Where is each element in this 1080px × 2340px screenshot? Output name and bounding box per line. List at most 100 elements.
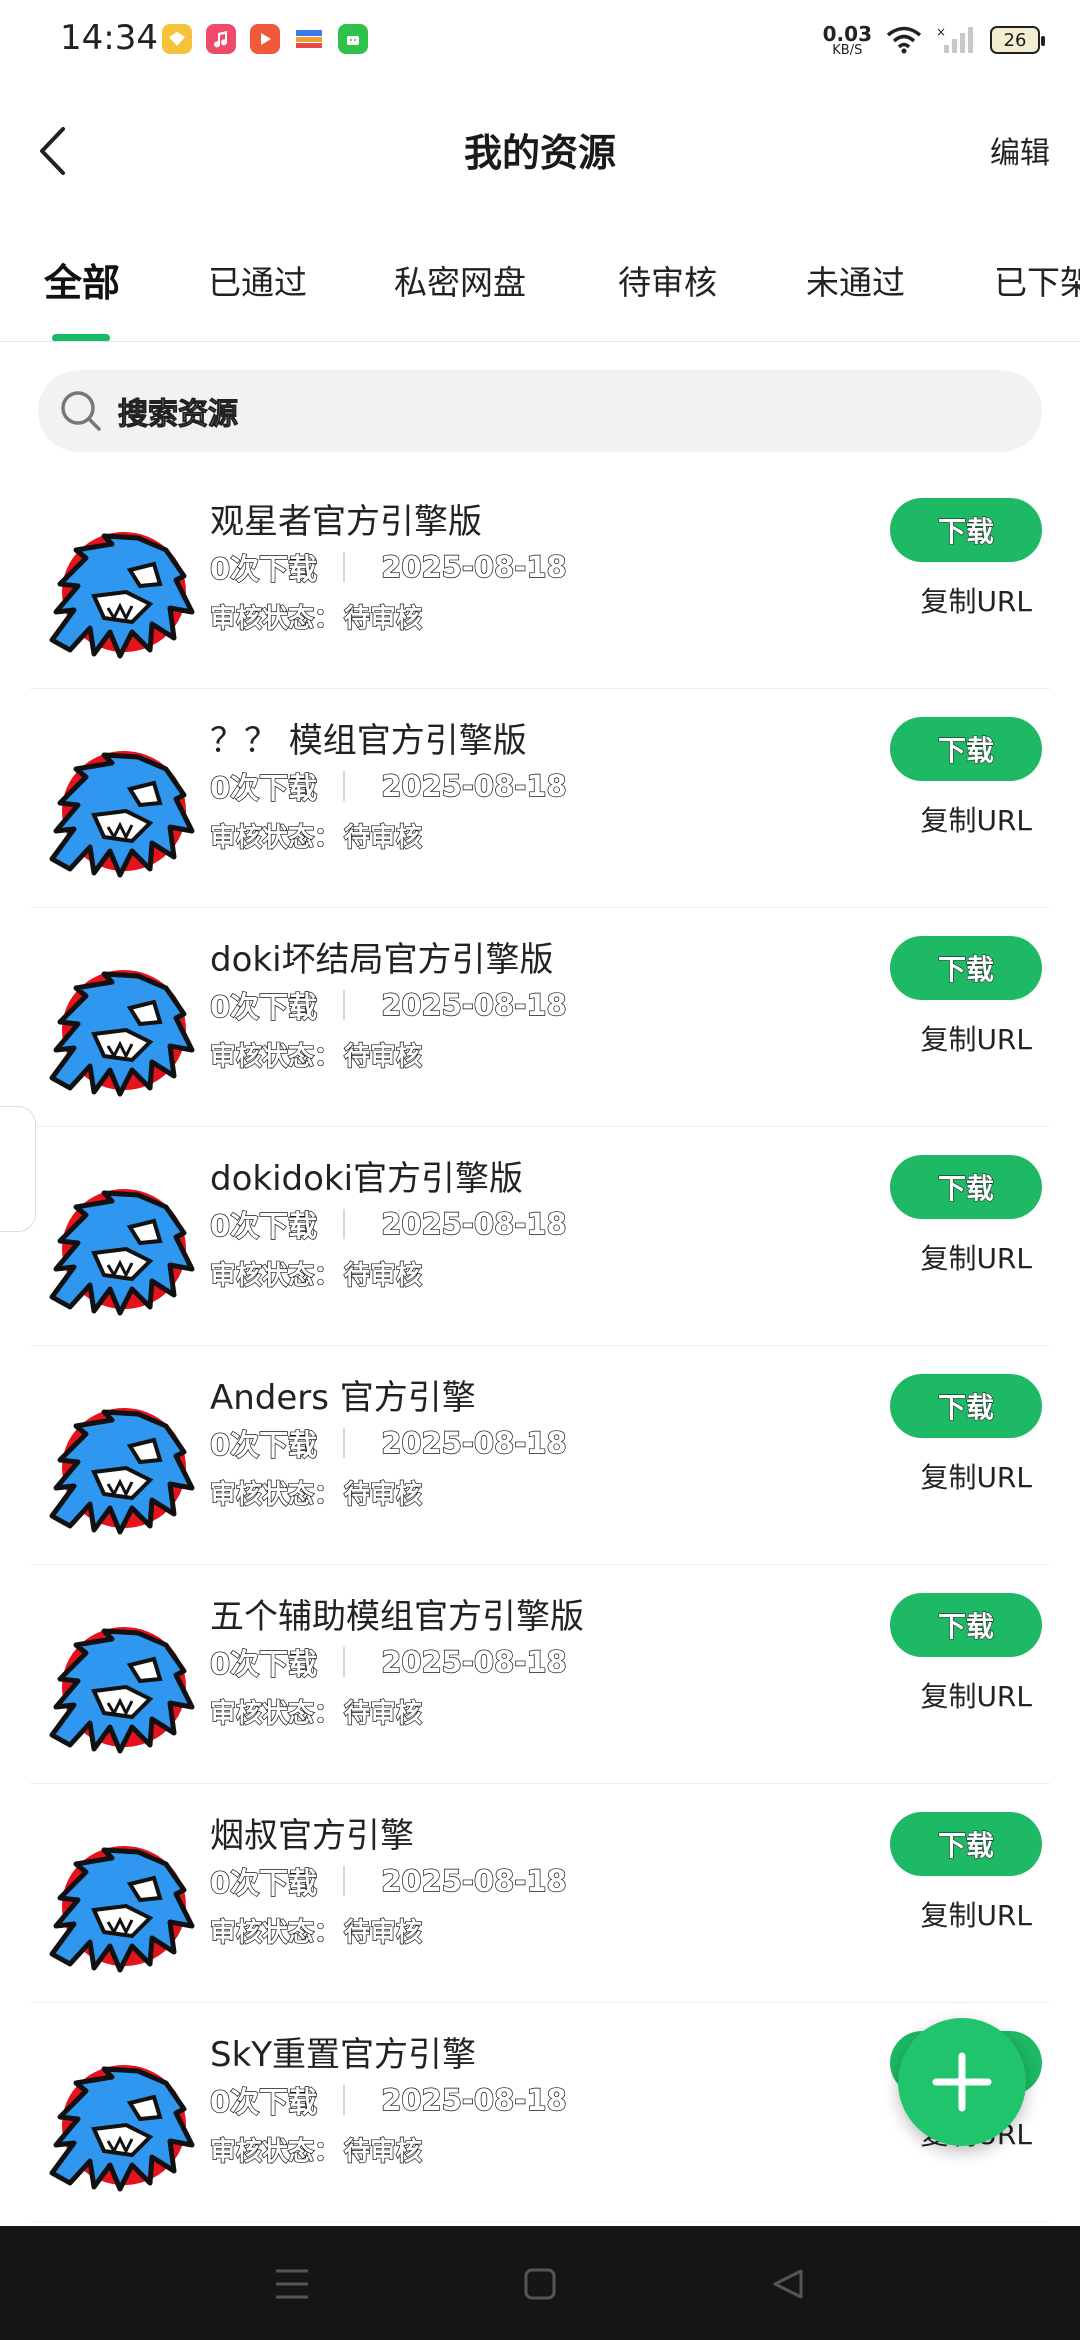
tab-approved[interactable]: 已通过 [208, 256, 307, 304]
meta-divider [343, 1866, 346, 1896]
android-app-icon [338, 24, 368, 54]
tab-rejected[interactable]: 未通过 [806, 256, 905, 304]
meta-divider [343, 1209, 346, 1239]
download-button-label: 下载 [937, 1610, 994, 1644]
review-status-value: 待审核 [343, 2136, 423, 2167]
review-status: 审核状态： 待审核 [209, 1255, 422, 1292]
page-title: 我的资源 [463, 131, 616, 175]
tab-all[interactable]: 全部 [44, 252, 120, 307]
review-status-label: 审核状态： [209, 2136, 341, 2167]
review-status-value: 待审核 [343, 1479, 423, 1510]
download-button-label: 下载 [937, 1391, 994, 1425]
list-item[interactable]: ？？ 模组官方引擎版 0次下载 2025-08-18 审核状态： 待审核 下载 … [30, 689, 1050, 908]
download-button[interactable]: 下载 [890, 717, 1042, 781]
status-bar: 14:34 0.03 KB/S × 26 [0, 0, 1080, 80]
list-item[interactable]: doki坏结局官方引擎版 0次下载 2025-08-18 审核状态： 待审核 下… [30, 908, 1050, 1127]
meta-divider [343, 1428, 346, 1458]
download-button[interactable]: 下载 [890, 1593, 1042, 1657]
copy-url-button[interactable]: 复制URL [920, 1456, 1032, 1496]
resource-meta: 0次下载 2025-08-18 [209, 2079, 567, 2121]
copy-url-button[interactable]: 复制URL [920, 580, 1032, 620]
triangle-back-icon [773, 2269, 803, 2299]
square-icon [524, 2268, 556, 2300]
status-indicators: 0.03 KB/S × 26 [822, 20, 1045, 60]
upload-date: 2025-08-18 [380, 549, 567, 584]
cellular-signal-icon: × [936, 25, 973, 53]
system-nav-bar [0, 2226, 1080, 2340]
side-drawer-handle[interactable] [0, 1106, 36, 1232]
review-status: 审核状态： 待审核 [209, 1912, 423, 1949]
resource-meta: 0次下载 2025-08-18 [209, 1422, 567, 1464]
plus-icon [932, 2052, 992, 2112]
resource-meta: 0次下载 2025-08-18 [209, 765, 567, 807]
upload-date: 2025-08-18 [380, 2082, 567, 2117]
list-item[interactable]: 烟叔官方引擎 0次下载 2025-08-18 审核状态： 待审核 下载 复制UR… [30, 1784, 1050, 2003]
svg-text:×: × [936, 25, 946, 39]
copy-url-button[interactable]: 复制URL [920, 1894, 1032, 1934]
meta-divider [343, 1647, 346, 1677]
network-speed: 0.03 KB/S [822, 21, 872, 58]
gold-app-icon [162, 24, 192, 54]
resource-title: 烟叔官方引擎 [210, 1816, 414, 1856]
list-item[interactable]: 观星者官方引擎版 0次下载 2025-08-18 审核状态： 待审核 下载 复制… [30, 470, 1050, 689]
review-status-value: 待审核 [343, 1041, 423, 1072]
tab-pending-review[interactable]: 待审核 [618, 256, 717, 304]
resource-title: dokidoki官方引擎版 [210, 1159, 524, 1199]
review-status-value: 待审核 [343, 1698, 423, 1729]
copy-url-button[interactable]: 复制URL [920, 1018, 1032, 1058]
copy-url-button[interactable]: 复制URL [920, 1237, 1032, 1277]
review-status-value: 待审核 [343, 1917, 423, 1948]
add-resource-button[interactable] [898, 2018, 1026, 2146]
download-count: 0次下载 [209, 1427, 318, 1462]
download-count: 0次下载 [209, 1646, 318, 1681]
review-status-label: 审核状态： [209, 603, 341, 634]
tab-removed[interactable]: 已下架 [994, 256, 1080, 304]
download-count: 0次下载 [209, 2084, 318, 2119]
edit-button[interactable]: 编辑 [990, 128, 1050, 172]
review-status: 审核状态： 待审核 [209, 817, 422, 854]
resource-title: 五个辅助模组官方引擎版 [210, 1597, 584, 1637]
search-input[interactable]: 搜索资源 [38, 370, 1042, 452]
nav-home-button[interactable] [510, 2256, 570, 2312]
download-button[interactable]: 下载 [890, 1155, 1042, 1219]
resource-list: 观星者官方引擎版 0次下载 2025-08-18 审核状态： 待审核 下载 复制… [0, 470, 1080, 2222]
nav-menu-button[interactable] [262, 2256, 322, 2312]
resource-meta: 0次下载 2025-08-18 [209, 1203, 567, 1245]
download-button[interactable]: 下载 [890, 498, 1042, 562]
review-status-label: 审核状态： [209, 1917, 341, 1948]
resource-thumbnail [34, 1157, 214, 1327]
list-item[interactable]: 五个辅助模组官方引擎版 0次下载 2025-08-18 审核状态： 待审核 下载… [30, 1565, 1050, 1784]
upload-date: 2025-08-18 [380, 1644, 567, 1679]
resource-thumbnail [34, 2033, 214, 2203]
upload-date: 2025-08-18 [380, 1206, 567, 1241]
resource-thumbnail [34, 1376, 214, 1546]
download-button-label: 下载 [937, 1829, 994, 1863]
download-button[interactable]: 下载 [890, 1812, 1042, 1876]
meta-divider [343, 990, 346, 1020]
resource-title: Anders 官方引擎 [210, 1378, 476, 1418]
review-status: 审核状态： 待审核 [209, 598, 422, 635]
download-button-label: 下载 [937, 953, 994, 987]
nav-back-button[interactable] [758, 2256, 818, 2312]
resource-thumbnail [34, 938, 214, 1108]
meta-divider [343, 552, 346, 582]
resource-title: SkY重置官方引擎 [210, 2035, 477, 2075]
list-item[interactable]: SkY重置官方引擎 0次下载 2025-08-18 审核状态： 待审核 下载 复… [30, 2003, 1050, 2222]
tab-private-drive[interactable]: 私密网盘 [394, 256, 526, 304]
music-app-icon [206, 24, 236, 54]
review-status: 审核状态： 待审核 [209, 1693, 423, 1730]
resource-thumbnail [34, 500, 214, 670]
copy-url-button[interactable]: 复制URL [920, 799, 1032, 839]
copy-url-button[interactable]: 复制URL [920, 1675, 1032, 1715]
upload-date: 2025-08-18 [380, 1863, 567, 1898]
download-button[interactable]: 下载 [890, 936, 1042, 1000]
review-status: 审核状态： 待审核 [209, 2131, 423, 2168]
resource-meta: 0次下载 2025-08-18 [209, 546, 567, 588]
list-item[interactable]: Anders 官方引擎 0次下载 2025-08-18 审核状态： 待审核 下载… [30, 1346, 1050, 1565]
resource-meta: 0次下载 2025-08-18 [209, 984, 567, 1026]
review-status: 审核状态： 待审核 [209, 1036, 423, 1073]
download-button[interactable]: 下载 [890, 1374, 1042, 1438]
list-item[interactable]: dokidoki官方引擎版 0次下载 2025-08-18 审核状态： 待审核 … [30, 1127, 1050, 1346]
download-count: 0次下载 [209, 770, 318, 805]
download-count: 0次下载 [209, 551, 318, 586]
